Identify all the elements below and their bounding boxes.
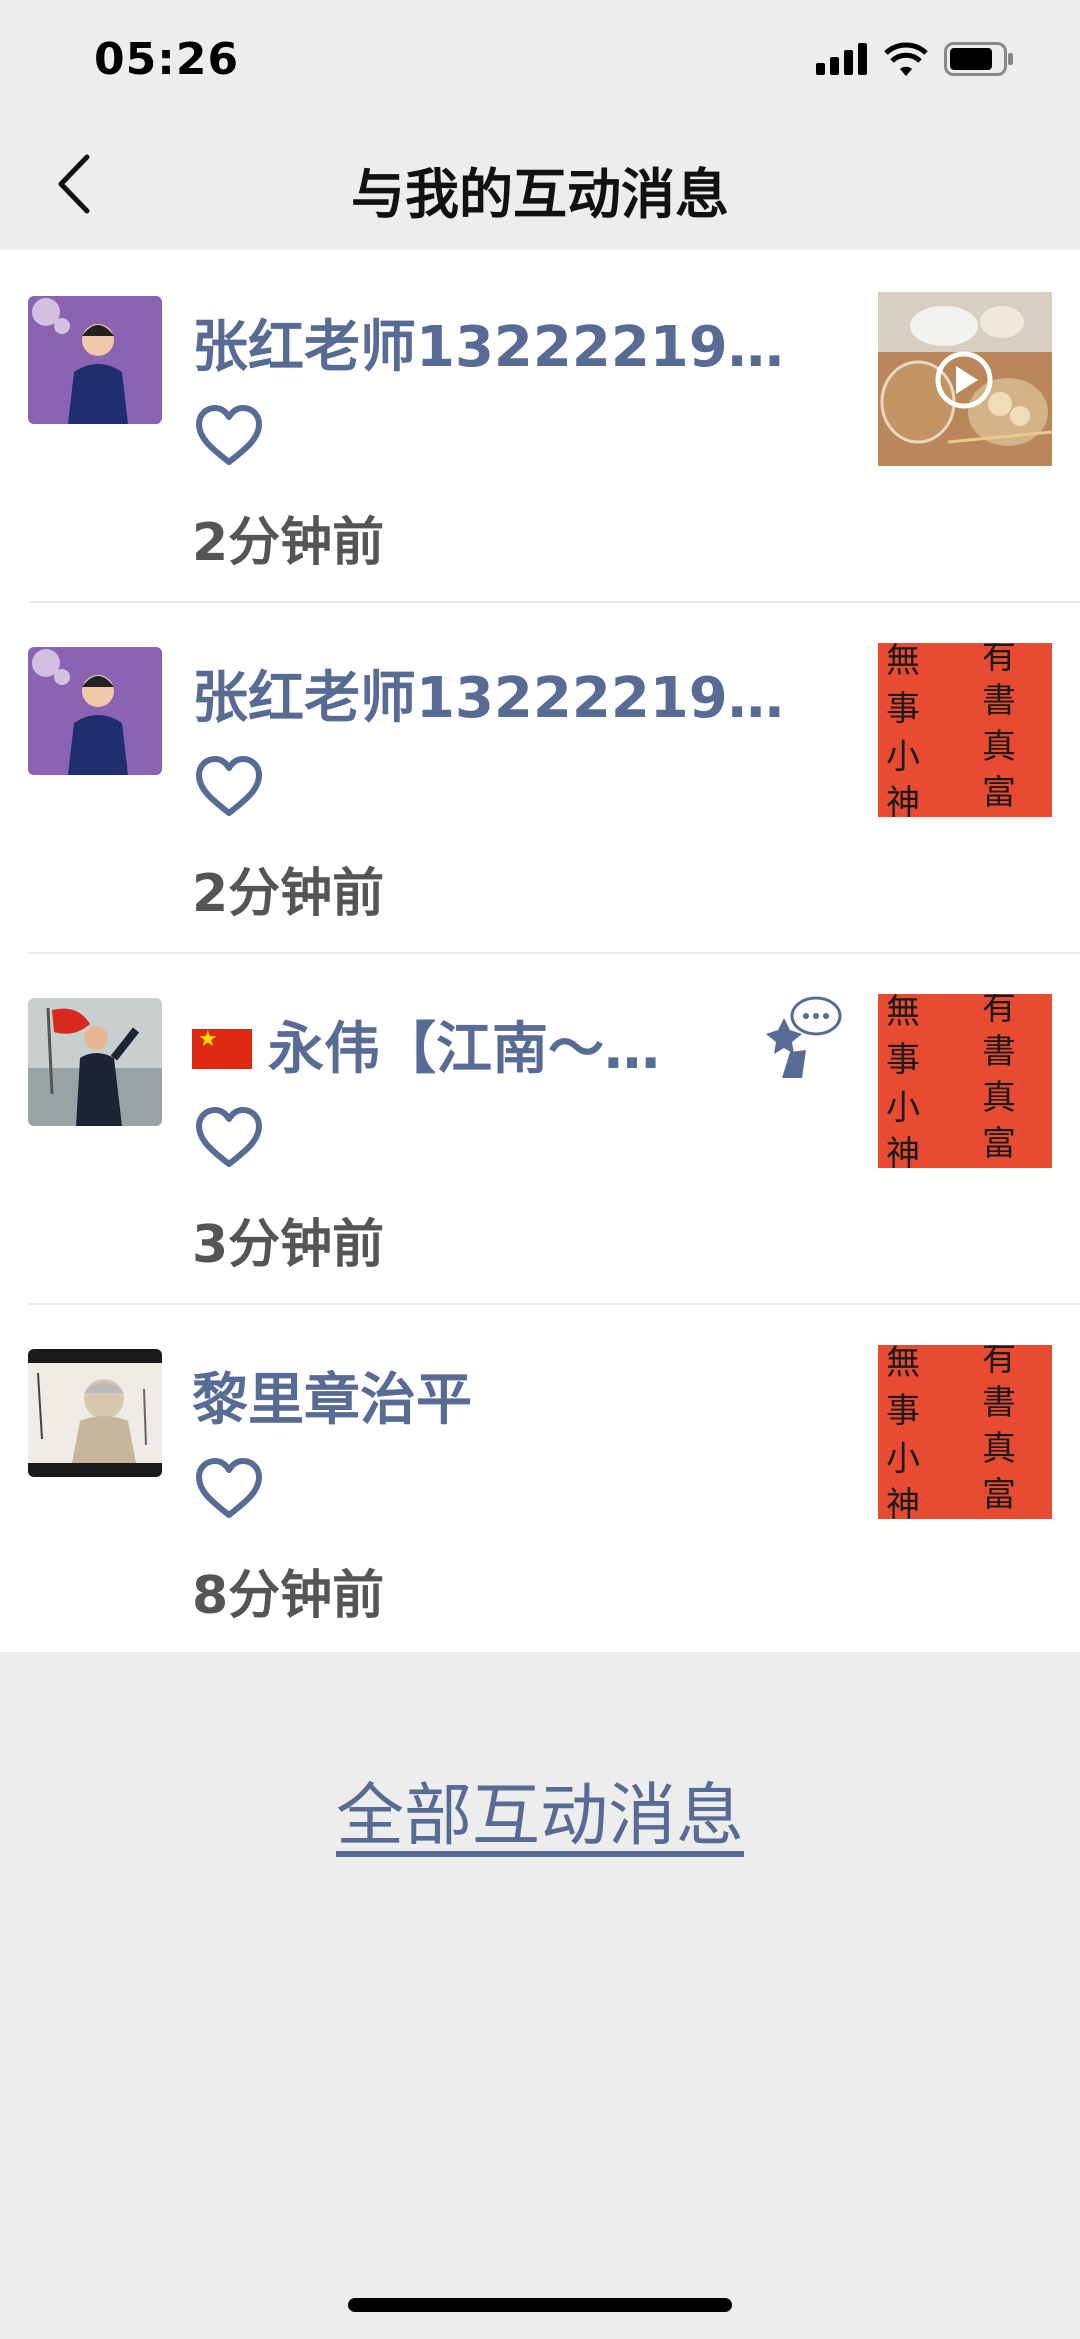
sender-name[interactable]: 黎里章治平 <box>192 1355 832 1436</box>
status-icons <box>816 42 1014 76</box>
calligraphy-char: 事 <box>886 1040 920 1080</box>
calligraphy-char: 真 <box>982 727 1016 767</box>
list-item[interactable]: 张红老师13222219… 2分钟前 <box>0 250 1080 601</box>
heart-icon <box>196 1458 262 1518</box>
calligraphy-image: 無 事 小 神 有 書 真 富 <box>878 994 1052 1168</box>
calligraphy-char: 真 <box>982 1078 1016 1118</box>
calligraphy-char: 書 <box>982 1383 1016 1423</box>
calligraphy-image: 無 事 小 神 有 書 真 富 <box>878 643 1052 817</box>
calligraphy-char: 書 <box>982 681 1016 721</box>
sender-name[interactable]: 张红老师13222219… <box>192 653 832 734</box>
bubble-badge-icon <box>766 996 842 1078</box>
calligraphy-char: 小 <box>886 1088 920 1128</box>
avatar[interactable] <box>28 998 162 1126</box>
calligraphy-char: 富 <box>982 1475 1016 1515</box>
avatar[interactable] <box>28 1349 162 1477</box>
calligraphy-char: 小 <box>886 1439 920 1479</box>
timestamp: 8分钟前 <box>192 1566 385 1626</box>
list-item[interactable]: 永伟【江南～… 3分钟前 無 事 小 神 有 書 真 富 <box>0 952 1080 1303</box>
post-thumbnail[interactable] <box>878 292 1052 466</box>
status-bar: 05:26 <box>0 0 1080 120</box>
status-time: 05:26 <box>94 34 240 85</box>
calligraphy-char: 無 <box>886 643 920 681</box>
wifi-icon <box>884 42 928 76</box>
post-thumbnail[interactable]: 無 事 小 神 有 書 真 富 <box>878 643 1052 817</box>
calligraphy-char: 富 <box>982 1124 1016 1164</box>
nav-bar: 与我的互动消息 <box>0 120 1080 248</box>
signal-icon <box>816 43 867 75</box>
interaction-list: 张红老师13222219… 2分钟前 张红老师13222219… 2分钟前 無 … <box>0 250 1080 1652</box>
home-indicator[interactable] <box>348 2298 732 2312</box>
heart-icon <box>196 405 262 465</box>
avatar[interactable] <box>28 296 162 424</box>
calligraphy-image: 無 事 小 神 有 書 真 富 <box>878 1345 1052 1519</box>
calligraphy-char: 神 <box>886 1134 920 1168</box>
calligraphy-char: 神 <box>886 783 920 817</box>
calligraphy-char: 富 <box>982 773 1016 813</box>
calligraphy-char: 書 <box>982 1032 1016 1072</box>
china-flag-icon <box>192 1027 252 1069</box>
calligraphy-char: 無 <box>886 994 920 1032</box>
sender-name[interactable]: 永伟【江南～… <box>192 1004 832 1085</box>
post-thumbnail[interactable]: 無 事 小 神 有 書 真 富 <box>878 1345 1052 1519</box>
list-item[interactable]: 张红老师13222219… 2分钟前 無 事 小 神 有 書 真 富 <box>0 601 1080 952</box>
calligraphy-char: 事 <box>886 1391 920 1431</box>
sender-name-text: 永伟【江南～… <box>268 1017 660 1082</box>
sender-name[interactable]: 张红老师13222219… <box>192 302 832 383</box>
calligraphy-char: 事 <box>886 689 920 729</box>
all-interactions-link[interactable]: 全部互动消息 <box>0 1760 1080 1859</box>
calligraphy-char: 無 <box>886 1345 920 1383</box>
battery-icon <box>944 42 1013 76</box>
timestamp: 3分钟前 <box>192 1215 385 1275</box>
heart-icon <box>196 1107 262 1167</box>
timestamp: 2分钟前 <box>192 513 385 573</box>
list-item[interactable]: 黎里章治平 8分钟前 無 事 小 神 有 書 真 富 <box>0 1303 1080 1654</box>
post-thumbnail[interactable]: 無 事 小 神 有 書 真 富 <box>878 994 1052 1168</box>
page-title: 与我的互动消息 <box>351 163 729 226</box>
calligraphy-char: 神 <box>886 1485 920 1519</box>
timestamp: 2分钟前 <box>192 864 385 924</box>
calligraphy-char: 真 <box>982 1429 1016 1469</box>
heart-icon <box>196 756 262 816</box>
calligraphy-char: 小 <box>886 737 920 777</box>
avatar[interactable] <box>28 647 162 775</box>
